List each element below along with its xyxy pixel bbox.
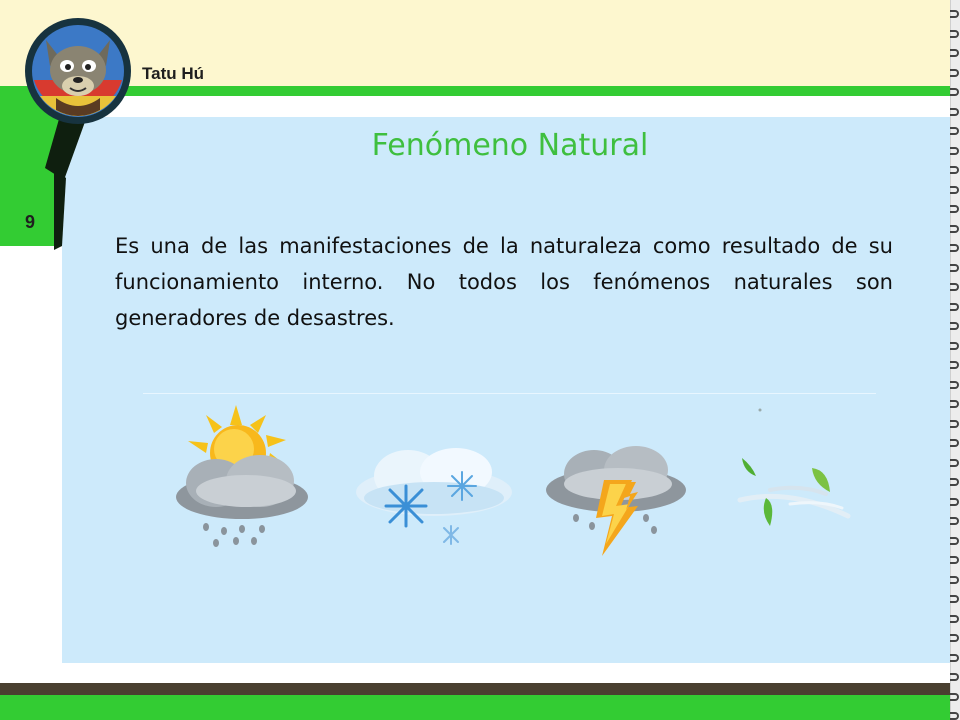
binding-ring (950, 712, 959, 720)
binding-ring (950, 634, 959, 642)
binding-ring (950, 400, 959, 408)
binding-ring (950, 10, 959, 18)
binding-ring (950, 283, 959, 291)
binding-ring (950, 458, 959, 467)
brand-label: Tatu Hú (142, 64, 205, 83)
footer-green-bar (0, 695, 950, 720)
binding-ring (950, 322, 959, 330)
binding-ring (950, 361, 959, 369)
binding-ring (950, 575, 959, 584)
binding-ring (950, 595, 959, 603)
binding-ring (950, 49, 959, 57)
binding-ring (950, 439, 959, 447)
binding-ring (950, 166, 959, 174)
binding-ring (950, 556, 959, 564)
binding-ring (950, 244, 959, 252)
sun-cloud-rain-icon (176, 405, 308, 547)
binding-ring (950, 224, 959, 233)
binding-ring (950, 673, 959, 681)
binding-ring (950, 653, 959, 662)
binding-ring (950, 517, 959, 525)
binding-ring (950, 497, 959, 506)
binding-ring (950, 614, 959, 623)
wind-leaves-icon (737, 408, 851, 526)
binding-ring (950, 205, 959, 213)
binding-ring (950, 263, 959, 272)
binding-ring (950, 478, 959, 486)
thunderstorm-icon (546, 446, 686, 556)
page-title: Fenómeno Natural (371, 128, 649, 163)
binding-ring (950, 88, 959, 96)
spiral-binding (950, 0, 960, 720)
page-number: 9 (25, 212, 36, 232)
divider (143, 393, 876, 394)
snow-cloud-icon (356, 448, 512, 545)
binding-ring (950, 29, 959, 38)
binding-ring (950, 419, 959, 428)
binding-ring (950, 107, 959, 116)
binding-ring (950, 692, 959, 701)
header-green-strip (0, 86, 950, 96)
binding-ring (950, 302, 959, 311)
binding-ring (950, 536, 959, 545)
footer-brown-bar (0, 683, 950, 695)
binding-ring (950, 185, 959, 194)
binding-ring (950, 68, 959, 77)
definition-paragraph: Es una de las manifestaciones de la natu… (115, 234, 893, 330)
content-panel (62, 117, 950, 663)
binding-ring (950, 341, 959, 350)
binding-ring (950, 380, 959, 389)
